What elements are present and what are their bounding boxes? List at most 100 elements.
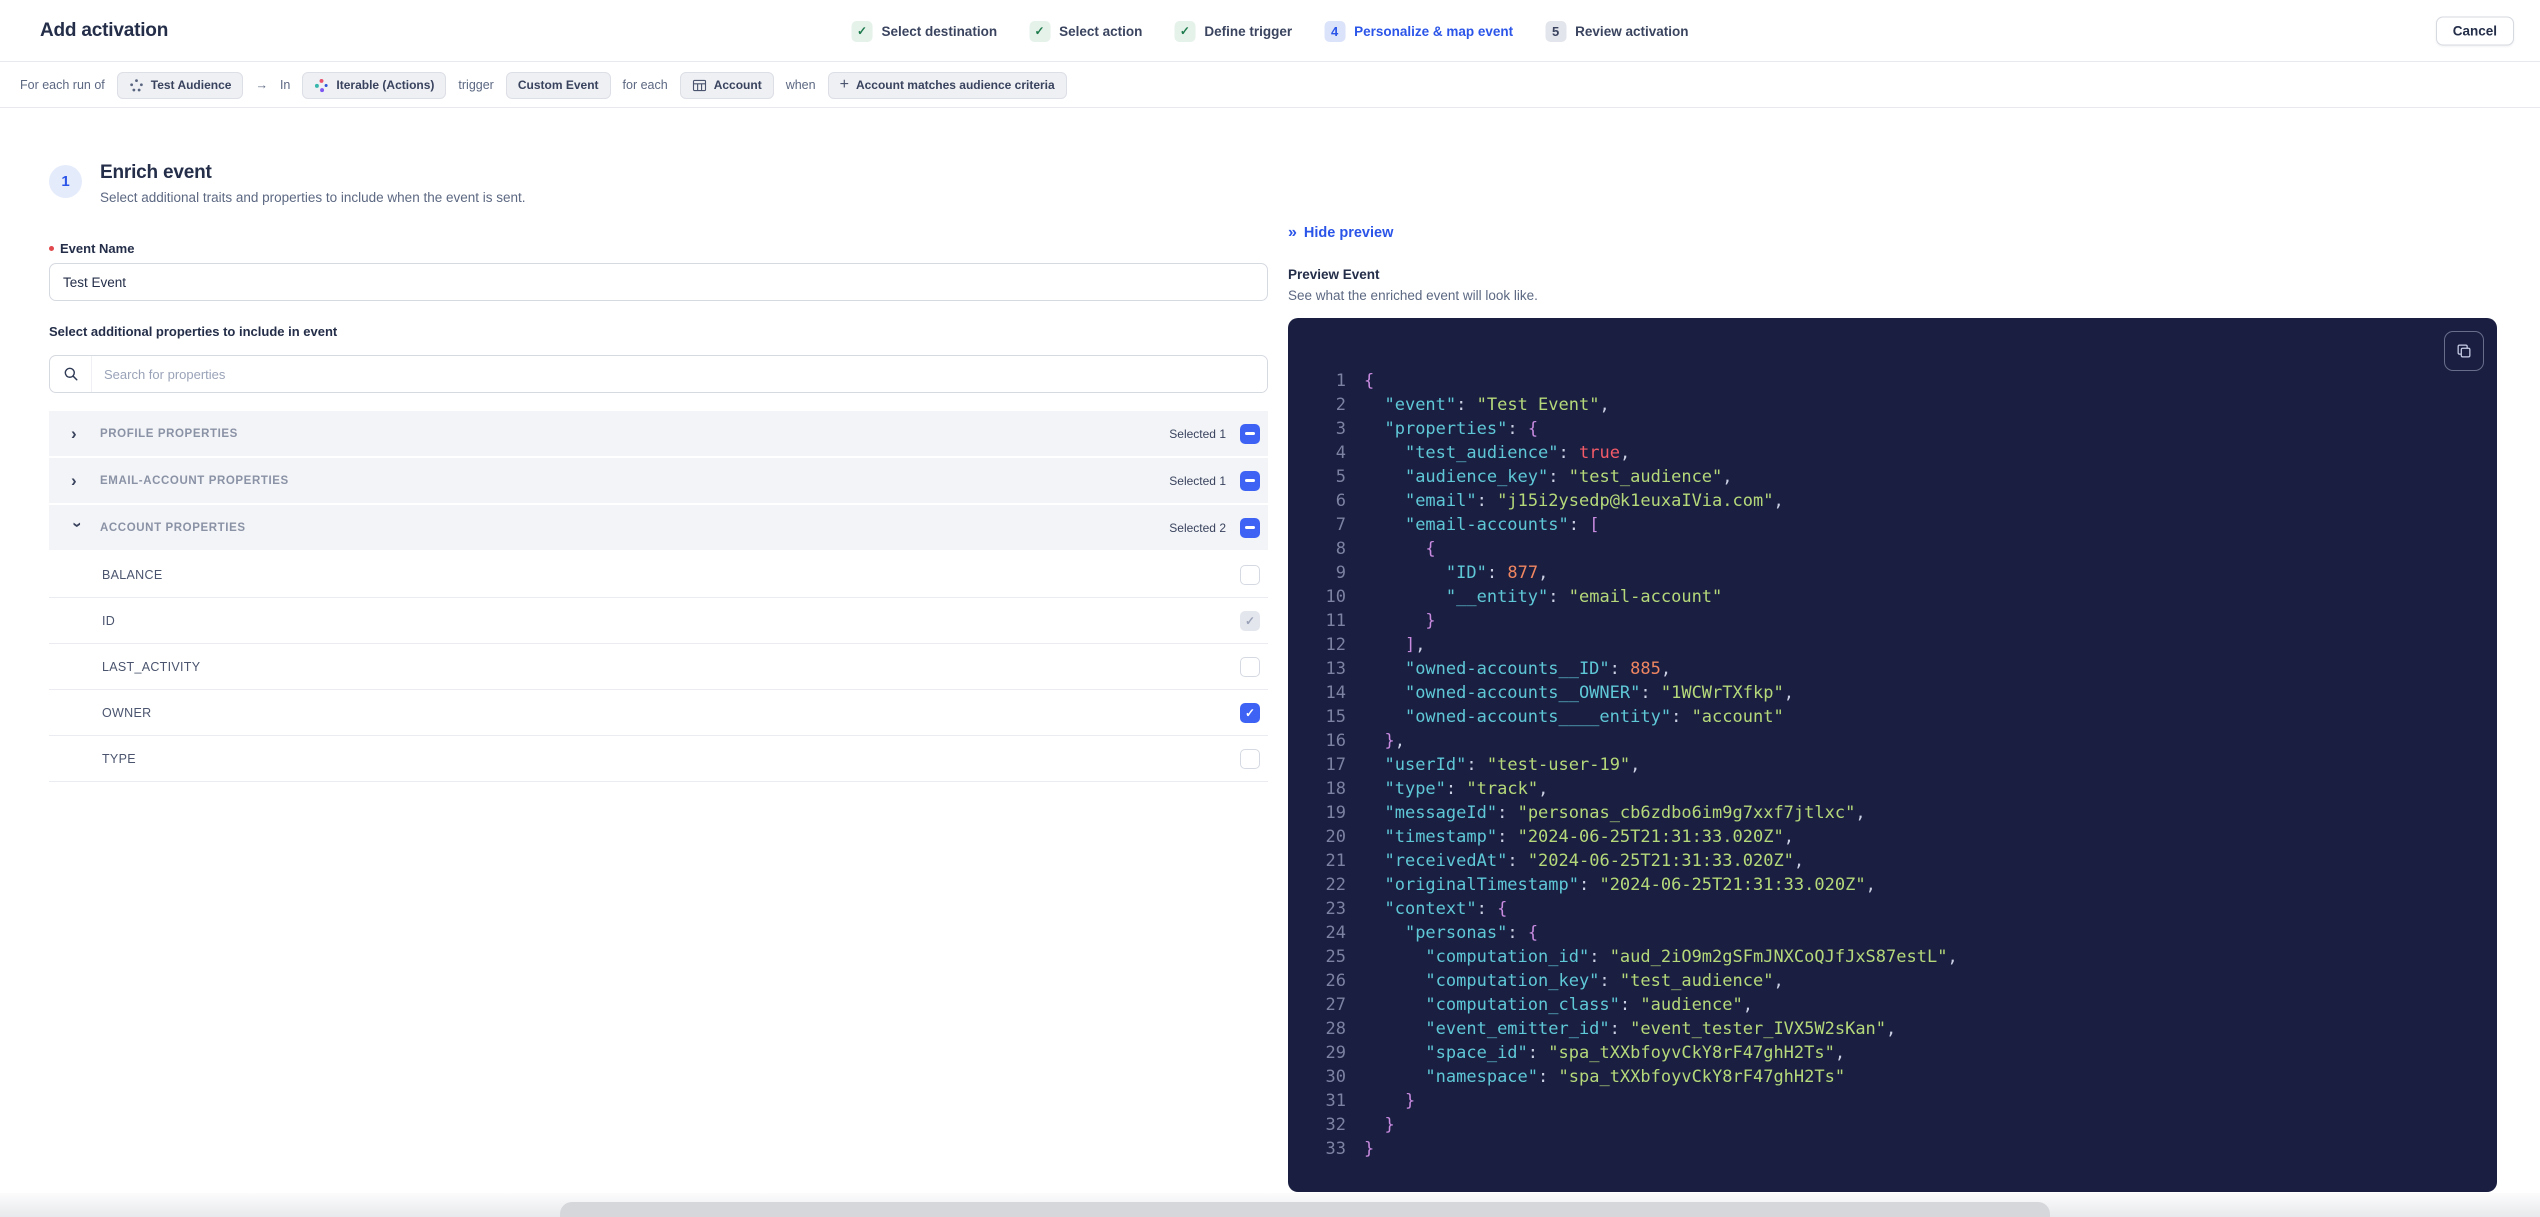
selected-count: Selected 1 [1169, 473, 1226, 488]
property-row-balance[interactable]: BALANCE [49, 552, 1268, 598]
chevron-right-icon: › [71, 424, 77, 443]
property-label: TYPE [102, 751, 136, 766]
code-line: 26 "computation_key": "test_audience", [1312, 969, 2497, 993]
preview-title: Preview Event [1288, 267, 1380, 282]
check-icon: ✓ [1029, 20, 1051, 42]
section-header: 1 Enrich event Select additional traits … [49, 162, 1268, 205]
code-line: 32 } [1312, 1113, 2497, 1137]
property-row-id[interactable]: ID ✓ [49, 598, 1268, 644]
step-label: Define trigger [1204, 23, 1293, 39]
line-number: 24 [1325, 923, 1346, 943]
property-group-account-properties[interactable]: › ACCOUNT PROPERTIES Selected 2 [49, 505, 1268, 550]
property-search-box[interactable] [49, 355, 1268, 393]
group-label: ACCOUNT PROPERTIES [100, 521, 246, 534]
event-name-label: Event Name [60, 241, 135, 256]
indeterminate-minus-icon [1245, 526, 1255, 529]
code-line: 28 "event_emitter_id": "event_tester_IVX… [1312, 1017, 2497, 1041]
code-line: 31 } [1312, 1089, 2497, 1113]
arrow-right-icon: → [255, 78, 268, 92]
line-number: 15 [1325, 707, 1346, 727]
step-review-activation[interactable]: 5 Review activation [1545, 20, 1688, 42]
step-number-badge: 4 [1324, 20, 1346, 42]
context-text: for each [622, 78, 668, 92]
code-line: 8 { [1312, 537, 2497, 561]
group-label: EMAIL-ACCOUNT PROPERTIES [100, 474, 289, 487]
line-number: 5 [1335, 467, 1346, 487]
line-number: 6 [1335, 491, 1346, 511]
code-line: 10 "__entity": "email-account" [1312, 585, 2497, 609]
code-line: 22 "originalTimestamp": "2024-06-25T21:3… [1312, 873, 2497, 897]
property-group-section: › ACCOUNT PROPERTIES Selected 2 BALANCE ID ✓ L… [49, 505, 1268, 782]
line-number: 17 [1325, 755, 1346, 775]
line-number: 2 [1335, 395, 1346, 415]
code-line: 3 "properties": { [1312, 417, 2497, 441]
code-line: 14 "owned-accounts__OWNER": "1WCWrTXfkp"… [1312, 681, 2497, 705]
line-number: 28 [1325, 1019, 1346, 1039]
context-text: For each run of [20, 78, 105, 92]
group-select-checkbox[interactable] [1240, 517, 1260, 538]
step-define-trigger[interactable]: ✓ Define trigger [1174, 20, 1293, 42]
line-number: 31 [1325, 1091, 1346, 1111]
context-chip-iterable-actions[interactable]: Iterable (Actions) [302, 71, 447, 99]
event-name-input[interactable] [49, 263, 1268, 301]
group-label: PROFILE PROPERTIES [100, 427, 238, 440]
property-checkbox[interactable] [1240, 748, 1260, 769]
step-personalize-map-event[interactable]: 4 Personalize & map event [1324, 20, 1513, 42]
check-icon: ✓ [1174, 20, 1196, 42]
property-label: ID [102, 613, 116, 628]
plus-icon: + [839, 76, 849, 93]
code-line: 29 "space_id": "spa_tXXbfoyvCkY8rF47ghH2… [1312, 1041, 2497, 1065]
preview-column: » Hide preview Preview Event See what th… [1288, 225, 2497, 1192]
step-select-action[interactable]: ✓ Select action [1029, 20, 1142, 42]
code-line: 16 }, [1312, 729, 2497, 753]
copy-button[interactable] [2444, 331, 2484, 371]
chevron-down-icon: › [68, 522, 88, 528]
line-number: 27 [1325, 995, 1346, 1015]
line-number: 12 [1325, 635, 1346, 655]
context-chip-test-audience[interactable]: Test Audience [116, 71, 244, 99]
cancel-button[interactable]: Cancel [2435, 16, 2514, 45]
section-title: Enrich event [100, 162, 212, 183]
property-row-owner[interactable]: OWNER ✓ [49, 690, 1268, 736]
property-group-email-account-properties[interactable]: › EMAIL-ACCOUNT PROPERTIES Selected 1 [49, 458, 1268, 503]
context-text: when [785, 78, 816, 92]
line-number: 20 [1325, 827, 1346, 847]
line-number: 11 [1325, 611, 1346, 631]
property-search-input[interactable] [92, 356, 1267, 392]
code-line: 15 "owned-accounts____entity": "account" [1312, 705, 2497, 729]
chevron-right-icon: › [71, 471, 77, 490]
event-name-field-label: Event Name [49, 241, 1268, 256]
property-checkbox[interactable]: ✓ [1240, 610, 1260, 631]
code-line: 7 "email-accounts": [ [1312, 513, 2497, 537]
property-checkbox[interactable]: ✓ [1240, 702, 1260, 723]
preview-subtitle: See what the enriched event will look li… [1288, 288, 1538, 303]
code-line: 5 "audience_key": "test_audience", [1312, 465, 2497, 489]
property-checkbox[interactable] [1240, 564, 1260, 585]
property-group-profile-properties[interactable]: › PROFILE PROPERTIES Selected 1 [49, 411, 1268, 456]
selected-count: Selected 1 [1169, 426, 1226, 441]
hide-preview-button[interactable]: » Hide preview [1288, 225, 1393, 242]
table-icon [692, 78, 707, 93]
code-line: 9 "ID": 877, [1312, 561, 2497, 585]
context-chip-custom-event[interactable]: Custom Event [505, 71, 611, 99]
context-chip-account-matches-audience-criteria[interactable]: + Account matches audience criteria [827, 71, 1067, 99]
chip-label: Test Audience [150, 78, 232, 92]
selected-count: Selected 2 [1169, 520, 1226, 535]
group-select-checkbox[interactable] [1240, 423, 1260, 444]
code-line: 1{ [1312, 369, 2497, 393]
code-line: 21 "receivedAt": "2024-06-25T21:31:33.02… [1312, 849, 2497, 873]
background-page-edge [0, 1193, 2540, 1217]
group-select-checkbox[interactable] [1240, 470, 1260, 491]
chip-label: Iterable (Actions) [336, 78, 435, 92]
property-group-section: › PROFILE PROPERTIES Selected 1 [49, 411, 1268, 456]
properties-section-label: Select additional properties to include … [49, 324, 338, 339]
property-row-last-activity[interactable]: LAST_ACTIVITY [49, 644, 1268, 690]
step-select-destination[interactable]: ✓ Select destination [851, 20, 997, 42]
property-checkbox[interactable] [1240, 656, 1260, 677]
line-number: 13 [1325, 659, 1346, 679]
code-line: 20 "timestamp": "2024-06-25T21:31:33.020… [1312, 825, 2497, 849]
context-chip-account[interactable]: Account [679, 71, 774, 99]
check-icon: ✓ [851, 20, 873, 42]
property-row-type[interactable]: TYPE [49, 736, 1268, 782]
code-line: 11 } [1312, 609, 2497, 633]
